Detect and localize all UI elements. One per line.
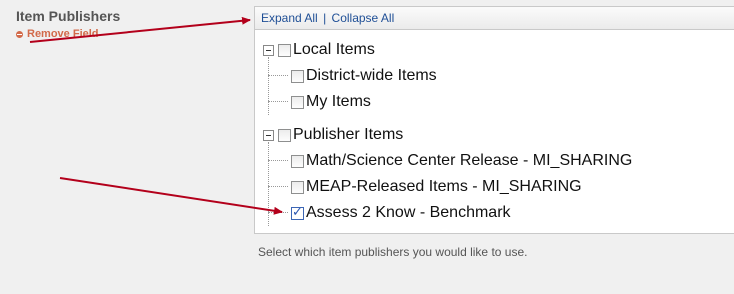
collapse-toggle-icon[interactable] bbox=[263, 44, 274, 56]
tree-group-publisher: Publisher Items Math/Science Center Rele… bbox=[263, 122, 632, 226]
node-label: Assess 2 Know - Benchmark bbox=[306, 204, 511, 221]
checkbox-assess-2-know[interactable] bbox=[291, 205, 304, 220]
checkbox-publisher-items[interactable] bbox=[278, 128, 291, 142]
field-hint-text: Select which item publishers you would l… bbox=[258, 245, 528, 259]
node-label: MEAP-Released Items - MI_SHARING bbox=[306, 178, 582, 195]
collapse-all-link[interactable]: Collapse All bbox=[332, 11, 395, 25]
node-label: Local Items bbox=[293, 41, 375, 58]
remove-icon bbox=[16, 30, 23, 38]
field-label-column: Item Publishers Remove Field bbox=[16, 8, 120, 40]
header-separator: | bbox=[323, 11, 327, 25]
node-label: My Items bbox=[306, 93, 371, 110]
publisher-tree-panel: Expand All | Collapse All Local Items Di… bbox=[254, 6, 734, 234]
checkbox-math-science[interactable] bbox=[291, 154, 304, 168]
tree-node-local-items: Local Items bbox=[263, 37, 437, 63]
remove-field-link[interactable]: Remove Field bbox=[16, 28, 120, 40]
checkbox-meap-released[interactable] bbox=[291, 180, 304, 194]
tree-node-district-wide-items: District-wide Items bbox=[263, 63, 437, 89]
tree-header: Expand All | Collapse All bbox=[255, 7, 734, 30]
tree-group-local: Local Items District-wide Items My Items bbox=[263, 37, 437, 115]
field-title: Item Publishers bbox=[16, 8, 121, 24]
expand-all-link[interactable]: Expand All bbox=[261, 11, 318, 25]
checkbox-district-wide-items[interactable] bbox=[291, 69, 304, 83]
checkbox-local-items[interactable] bbox=[278, 43, 291, 57]
node-label: Publisher Items bbox=[293, 126, 404, 143]
tree-node-publisher-items: Publisher Items bbox=[263, 122, 632, 148]
node-label: Math/Science Center Release - MI_SHARING bbox=[306, 152, 633, 169]
tree-node-assess-2-know: Assess 2 Know - Benchmark bbox=[263, 200, 632, 226]
remove-field-label: Remove Field bbox=[27, 28, 99, 40]
arrow-to-assess-checkbox bbox=[59, 177, 283, 215]
tree-node-meap-released: MEAP-Released Items - MI_SHARING bbox=[263, 174, 632, 200]
checkbox-my-items[interactable] bbox=[291, 95, 304, 109]
node-label: District-wide Items bbox=[306, 67, 437, 84]
tree-node-my-items: My Items bbox=[263, 89, 437, 115]
tree-node-math-science: Math/Science Center Release - MI_SHARING bbox=[263, 148, 632, 174]
collapse-toggle-icon[interactable] bbox=[263, 129, 274, 141]
